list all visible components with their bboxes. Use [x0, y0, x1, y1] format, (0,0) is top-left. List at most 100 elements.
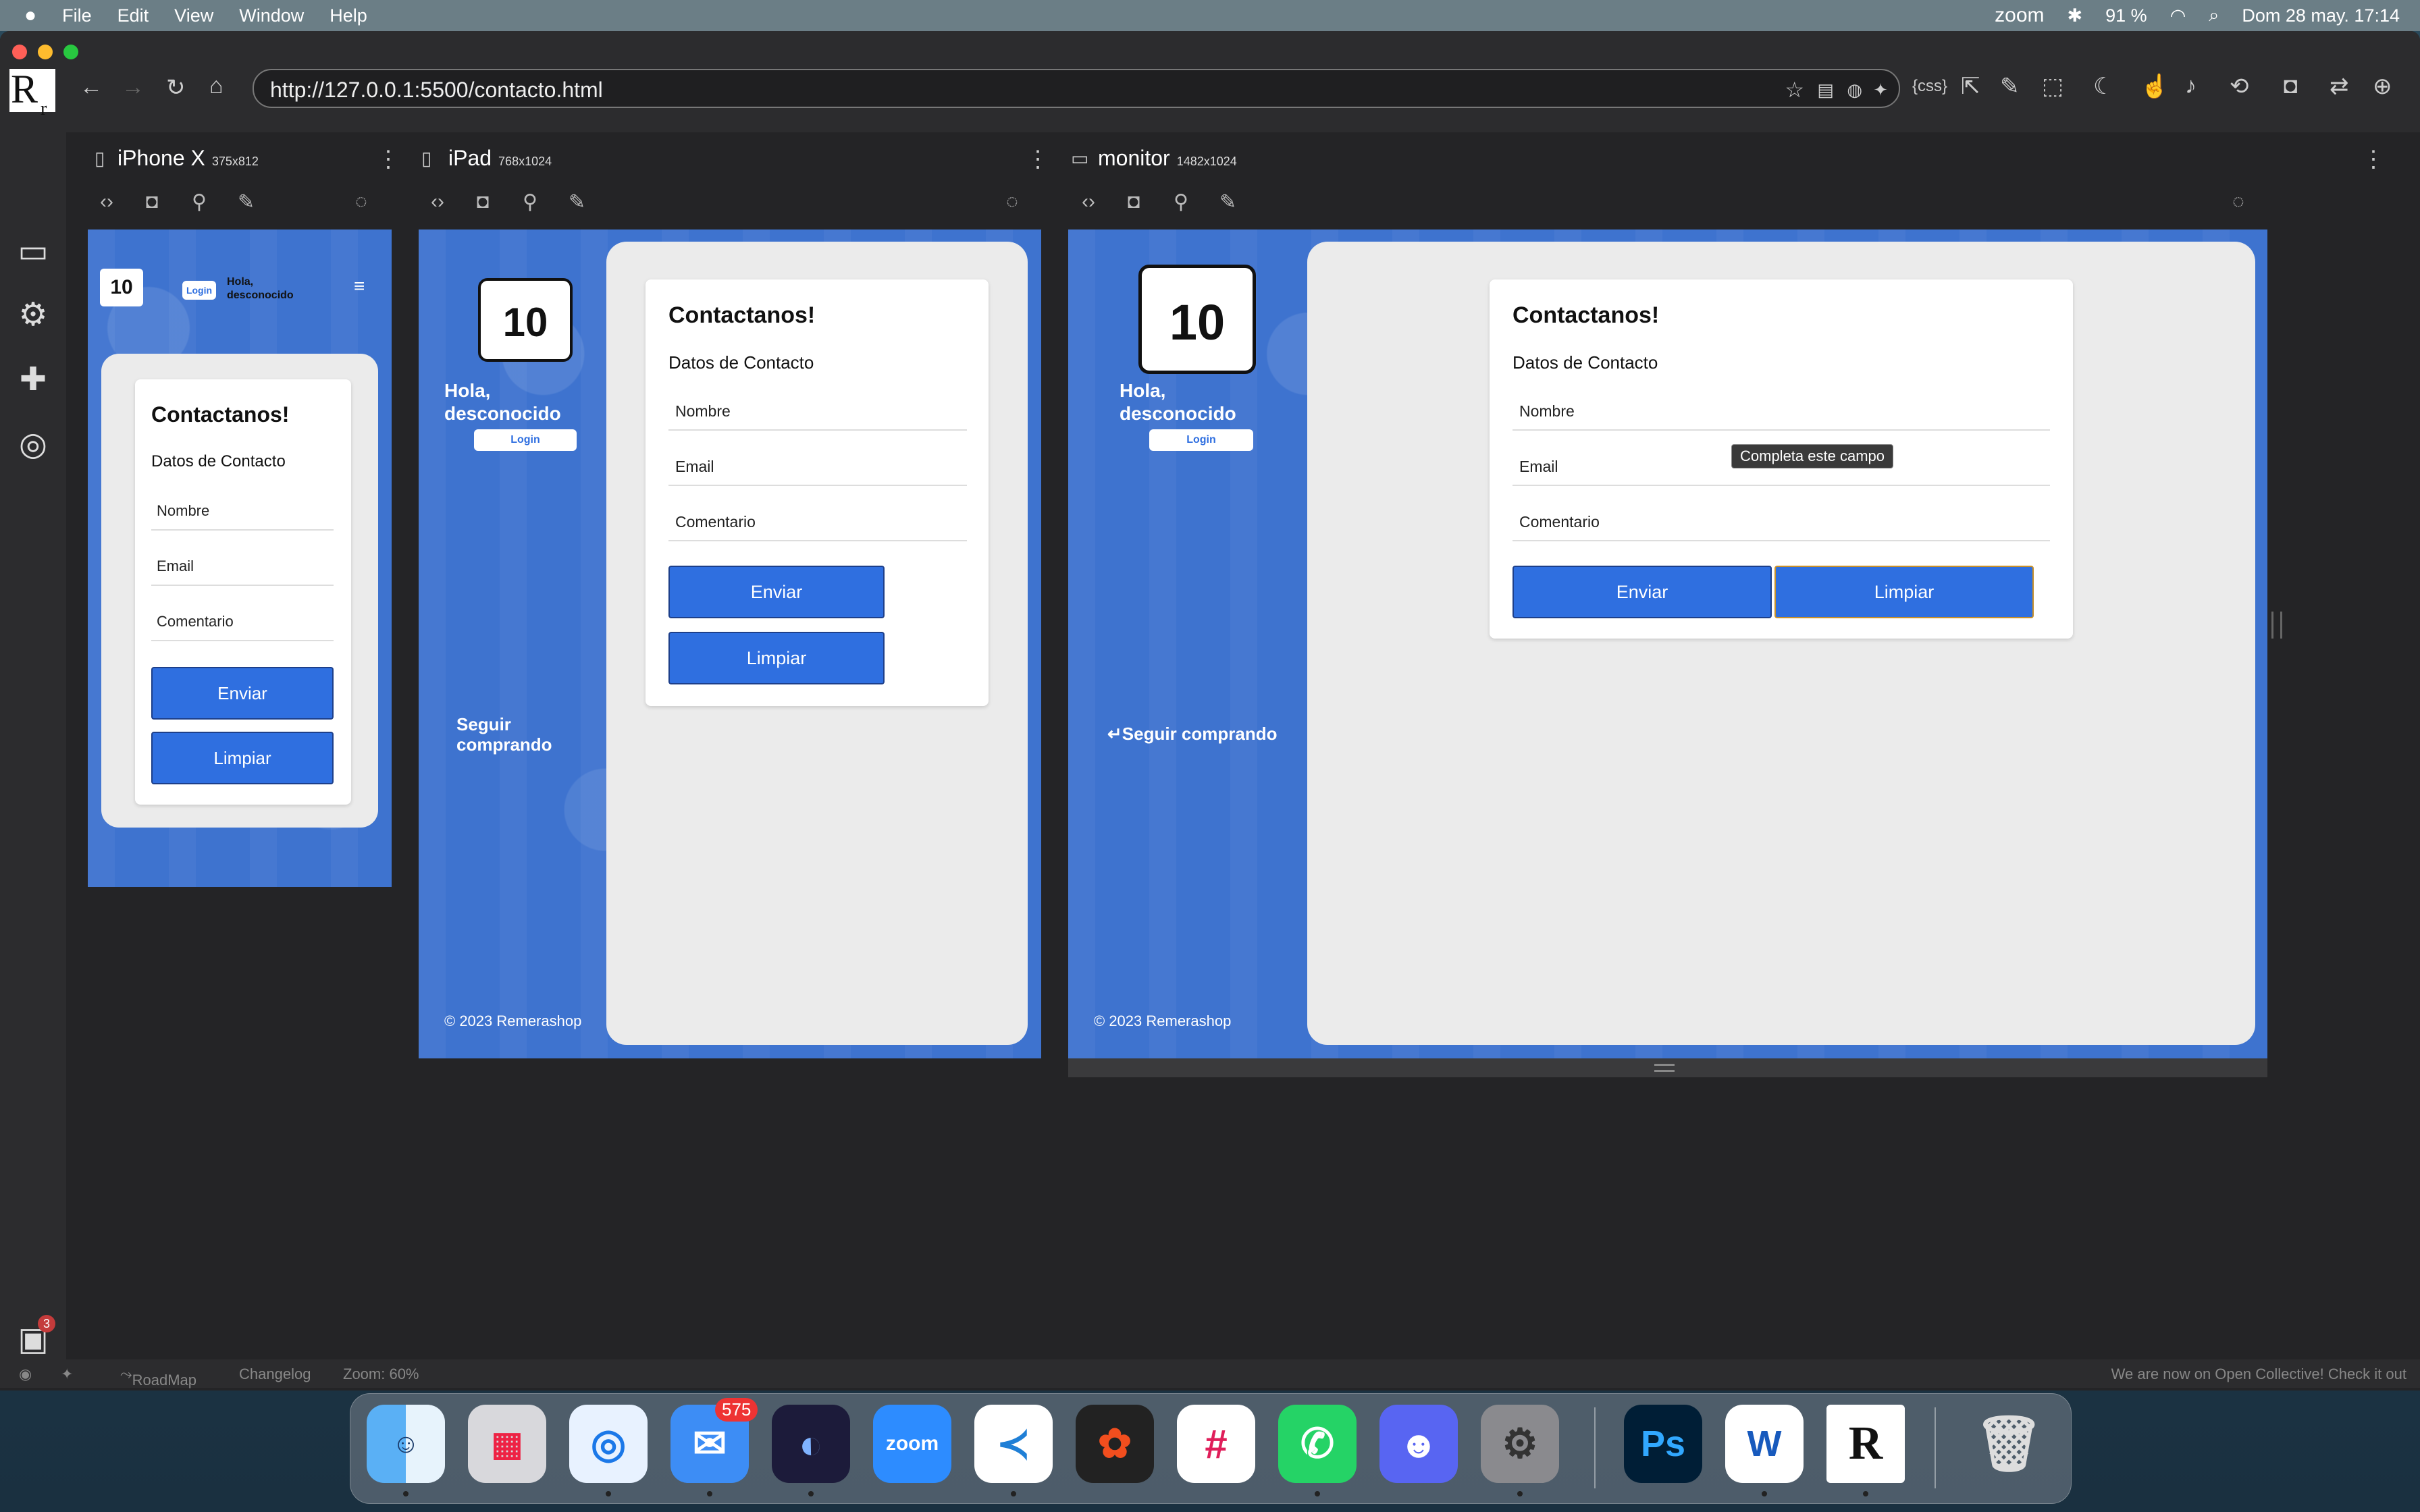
- login-button[interactable]: Login: [474, 429, 577, 451]
- email-field[interactable]: Email: [151, 558, 334, 586]
- settings-icon[interactable]: ⚙: [14, 296, 53, 335]
- refresh-icon[interactable]: ◌: [1006, 190, 1018, 213]
- device-menu-icon[interactable]: ⋮: [1026, 146, 1049, 173]
- devices-icon[interactable]: ▭: [14, 232, 53, 271]
- menu-edit[interactable]: Edit: [117, 5, 149, 26]
- device-menu-icon[interactable]: ⋮: [2362, 146, 2385, 173]
- responsively-app[interactable]: R: [1826, 1405, 1905, 1483]
- clear-button[interactable]: Limpiar: [151, 732, 334, 784]
- storage-icon[interactable]: ▤: [1817, 70, 1834, 109]
- promo-link[interactable]: We are now on Open Collective! Check it …: [2111, 1366, 2406, 1383]
- send-button[interactable]: Enviar: [151, 667, 334, 720]
- screenshot-area-icon[interactable]: ⬚: [2042, 73, 2063, 100]
- photoshop-app[interactable]: Ps: [1624, 1405, 1702, 1483]
- menu-help[interactable]: Help: [330, 5, 367, 26]
- discord-app[interactable]: ☻: [1379, 1405, 1458, 1483]
- battery-text[interactable]: 91 %: [2105, 5, 2147, 26]
- resize-handle-right[interactable]: [2271, 612, 2282, 639]
- login-button[interactable]: Login: [1149, 429, 1253, 451]
- finder-app[interactable]: ☺: [367, 1405, 445, 1483]
- bookmark-star-icon[interactable]: ☆: [1785, 70, 1804, 109]
- edit-icon[interactable]: ✎: [238, 190, 255, 214]
- safari-app[interactable]: ◎: [569, 1405, 648, 1483]
- device-menu-icon[interactable]: ⋮: [377, 146, 400, 173]
- code-icon[interactable]: ‹›: [1082, 190, 1095, 213]
- url-input[interactable]: http://127.0.0.1:5500/contacto.html ☆ ▤ …: [253, 69, 1900, 108]
- continue-shopping-link[interactable]: ↵Seguir comprando: [1107, 724, 1278, 745]
- login-button[interactable]: Login: [182, 281, 216, 300]
- firefox-app[interactable]: ◐: [772, 1405, 850, 1483]
- globe-icon[interactable]: ◎: [14, 425, 53, 464]
- greeting: Hola, desconocido: [1120, 380, 1236, 424]
- wifi-icon[interactable]: ◠: [2170, 5, 2186, 26]
- screenshot-icon[interactable]: ◘: [1128, 190, 1140, 213]
- menu-window[interactable]: Window: [239, 5, 304, 26]
- refresh-icon[interactable]: ◌: [2232, 190, 2244, 213]
- device-header-ipad: iPad 768x1024: [448, 146, 552, 170]
- screenshot-icon[interactable]: ◘: [146, 190, 158, 213]
- datetime[interactable]: Dom 28 may. 17:14: [2242, 5, 2400, 26]
- touch-icon[interactable]: ☝: [2140, 73, 2169, 100]
- reload-icon[interactable]: ↻: [166, 74, 186, 101]
- spotlight-icon[interactable]: ⌕: [2209, 5, 2219, 26]
- twitter-icon[interactable]: ✦: [61, 1366, 73, 1383]
- bluetooth-icon[interactable]: ✱: [2068, 5, 2083, 26]
- code-icon[interactable]: ‹›: [431, 190, 444, 213]
- figma-app[interactable]: ✿: [1076, 1405, 1154, 1483]
- clear-button[interactable]: Limpiar: [668, 632, 885, 684]
- refresh-icon[interactable]: ◌: [355, 190, 367, 213]
- screenshot-icon[interactable]: ◘: [477, 190, 489, 213]
- edit-icon[interactable]: ✎: [2000, 73, 2020, 100]
- dark-mode-icon[interactable]: ☾: [2093, 73, 2113, 100]
- close-window-button[interactable]: [12, 45, 27, 59]
- edit-icon[interactable]: ✎: [569, 190, 585, 214]
- system-settings-app[interactable]: ⚙: [1481, 1405, 1559, 1483]
- mail-badge: 575: [715, 1398, 758, 1422]
- email-field[interactable]: Email: [668, 458, 967, 486]
- send-button[interactable]: Enviar: [1512, 566, 1772, 618]
- name-field[interactable]: Nombre: [668, 402, 967, 431]
- github-icon[interactable]: ◉: [19, 1366, 32, 1383]
- back-icon[interactable]: ←: [80, 74, 103, 101]
- trash-app[interactable]: 🗑: [1970, 1405, 2048, 1483]
- link-icon[interactable]: ⚲: [1174, 190, 1188, 214]
- zoom-app[interactable]: zoom: [873, 1405, 951, 1483]
- minimize-window-button[interactable]: [38, 45, 53, 59]
- link-icon[interactable]: ⚲: [523, 190, 537, 214]
- pin-icon[interactable]: ✦: [1873, 70, 1888, 109]
- css-icon[interactable]: {css}: [1912, 77, 1947, 96]
- edit-icon[interactable]: ✎: [1219, 190, 1236, 214]
- comment-field[interactable]: Comentario: [668, 513, 967, 541]
- sound-icon[interactable]: ♪: [2185, 73, 2197, 99]
- slack-app[interactable]: #: [1177, 1405, 1255, 1483]
- continue-shopping-link[interactable]: Seguir comprando: [456, 714, 552, 755]
- inspect-icon[interactable]: ⇱: [1961, 73, 1980, 100]
- clear-button[interactable]: Limpiar: [1774, 566, 2034, 618]
- zoom-in-icon[interactable]: ⊕: [2373, 73, 2392, 100]
- menu-view[interactable]: View: [174, 5, 213, 26]
- vscode-app[interactable]: ≺: [974, 1405, 1053, 1483]
- home-icon[interactable]: ⌂: [209, 73, 223, 99]
- changelog-link[interactable]: Changelog: [239, 1366, 311, 1383]
- rotate-icon[interactable]: ⟲: [2230, 73, 2249, 100]
- forward-icon[interactable]: →: [122, 74, 144, 101]
- send-button[interactable]: Enviar: [668, 566, 885, 618]
- maximize-window-button[interactable]: [63, 45, 78, 59]
- link-icon[interactable]: ⚲: [192, 190, 207, 214]
- whatsapp-app[interactable]: ✆: [1278, 1405, 1357, 1483]
- name-field[interactable]: Nombre: [1512, 402, 2050, 431]
- comment-field[interactable]: Comentario: [1512, 513, 2050, 541]
- comment-field[interactable]: Comentario: [151, 613, 334, 641]
- word-app[interactable]: W: [1725, 1405, 1804, 1483]
- code-icon[interactable]: ‹›: [100, 190, 113, 213]
- sync-icon[interactable]: ⇄: [2330, 73, 2349, 100]
- zoom-status-icon[interactable]: zoom: [1995, 4, 2044, 27]
- roadmap-link[interactable]: ⤳ RoadMap: [120, 1366, 196, 1388]
- launchpad-app[interactable]: ▦: [468, 1405, 546, 1483]
- extensions-icon[interactable]: ✚: [14, 360, 53, 400]
- cookie-icon[interactable]: ◍: [1847, 70, 1862, 109]
- resize-handle-bottom[interactable]: [1068, 1058, 2267, 1077]
- name-field[interactable]: Nombre: [151, 502, 334, 531]
- hamburger-menu-icon[interactable]: ≡: [354, 275, 365, 297]
- camera-icon[interactable]: ◘: [2284, 73, 2298, 99]
